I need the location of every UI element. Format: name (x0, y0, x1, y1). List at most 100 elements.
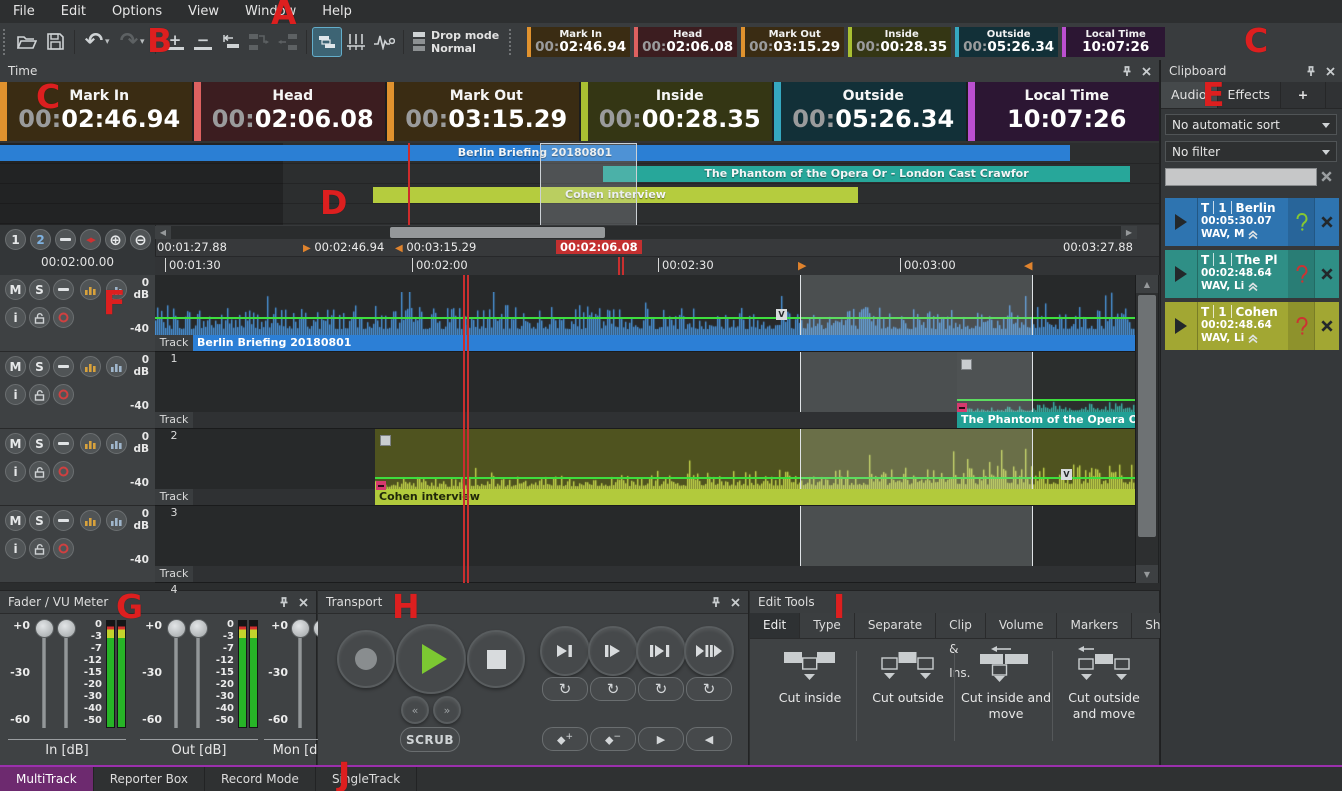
meter-post-button[interactable] (106, 356, 127, 377)
track2-clip-label[interactable]: The Phantom of the Opera Or - Lo (957, 412, 1135, 428)
track-info-button[interactable]: i (5, 538, 26, 559)
fader-knob[interactable] (35, 619, 54, 638)
prelisten-ear-icon[interactable] (1288, 250, 1314, 298)
filter-dropdown[interactable]: No filter (1165, 141, 1337, 162)
cut-outside-and-move-button[interactable]: Cut outside and move (1058, 646, 1150, 722)
meter-pre-button[interactable] (80, 279, 101, 300)
record-arm-button[interactable] (53, 538, 74, 559)
track-info-button[interactable]: i (5, 384, 26, 405)
close-icon[interactable] (731, 598, 740, 607)
close-icon[interactable] (299, 598, 308, 607)
overview-clip-berlin[interactable]: Berlin Briefing 20180801 (0, 145, 1070, 161)
expand-icon[interactable] (1247, 282, 1259, 292)
project-overview[interactable]: Berlin Briefing 20180801 The Phantom of … (0, 143, 1160, 225)
search-input[interactable] (1165, 168, 1317, 186)
mute-button[interactable]: M (5, 433, 26, 454)
play-to-mark-button[interactable] (540, 626, 590, 676)
solo-button[interactable]: S (29, 510, 50, 531)
cut-inside-button[interactable]: Cut inside (764, 646, 856, 706)
overview-playhead[interactable] (408, 143, 410, 225)
clipboard-item-berlin[interactable]: T1Berlin 00:05:30.07 WAV, M (1165, 198, 1339, 246)
mark-in-marker[interactable]: ▶ (798, 259, 806, 272)
pin-icon[interactable] (711, 597, 721, 608)
minimize-track-button[interactable] (53, 433, 74, 454)
remove-item-icon[interactable] (1314, 250, 1339, 298)
drop-mode-control[interactable]: Drop mode Normal (413, 29, 499, 55)
loop-play-between-button[interactable]: ↻ (638, 677, 684, 701)
add-tab-button[interactable]: + (1281, 82, 1326, 108)
undo-dropdown-caret[interactable]: ▾ (105, 37, 115, 47)
remove-item-icon[interactable] (1314, 302, 1339, 350)
remove-item-icon[interactable] (1314, 198, 1339, 246)
fader-knob[interactable] (189, 619, 208, 638)
play-icon[interactable] (1165, 302, 1198, 350)
vertical-scrollbar[interactable]: ▲ ▼ (1135, 275, 1158, 583)
tab-type[interactable]: Type (800, 613, 855, 638)
solo-button[interactable]: S (29, 433, 50, 454)
mixer-view-button[interactable] (342, 28, 370, 56)
track2-clip-marker[interactable] (957, 403, 967, 412)
track1-name-chip[interactable]: Track 1 (155, 335, 193, 351)
track-info-button[interactable]: i (5, 307, 26, 328)
menu-options[interactable]: Options (99, 0, 175, 23)
track4-lane[interactable]: Track 4 (155, 506, 1135, 583)
tab-effects[interactable]: Effects (1218, 82, 1282, 108)
next-marker-button[interactable]: ▶ (638, 727, 684, 751)
scroll-down-button[interactable]: ▼ (1136, 565, 1158, 583)
cut-inside-and-move-button[interactable]: Cut inside and move (960, 646, 1052, 722)
minimize-track-button[interactable] (53, 510, 74, 531)
record-arm-button[interactable] (53, 307, 74, 328)
multitrack-view-button[interactable] (312, 27, 342, 57)
track-info-button[interactable]: i (5, 461, 26, 482)
playhead[interactable] (463, 275, 469, 583)
track1-envelope-marker[interactable]: V (776, 309, 787, 320)
close-icon[interactable] (1326, 67, 1335, 76)
vertical-scroll-thumb[interactable] (1138, 295, 1156, 537)
cut-outside-button[interactable]: Cut outside (862, 646, 954, 706)
track2-lane[interactable]: Track 2 The Phantom of the Opera Or - Lo (155, 352, 1135, 429)
save-button[interactable] (41, 28, 69, 56)
scrub-button[interactable]: SCRUB (400, 727, 460, 752)
sort-dropdown[interactable]: No automatic sort (1165, 114, 1337, 135)
prelisten-ear-icon[interactable] (1288, 302, 1314, 350)
workspace-singletrack[interactable]: SingleTrack (316, 767, 417, 791)
mute-button[interactable]: M (5, 356, 26, 377)
tab-markers[interactable]: Markers (1057, 613, 1132, 638)
selection-region[interactable] (800, 275, 1033, 335)
track3-lane[interactable]: V Track 3 Cohen interview (155, 429, 1135, 506)
meter-pre-button[interactable] (80, 356, 101, 377)
meter-pre-button[interactable] (80, 433, 101, 454)
horizontal-scrollbar[interactable]: ◀ ▶ (155, 226, 1137, 239)
zoom-preset-1-button[interactable]: 1 (5, 229, 26, 250)
zoom-fit-button[interactable] (55, 229, 76, 250)
remove-track-button[interactable]: − (189, 28, 217, 56)
track3-clip-handle[interactable] (380, 435, 391, 446)
undo-button[interactable]: ↶ (80, 28, 108, 56)
track3-name-chip[interactable]: Track 3 (155, 489, 193, 505)
loop-play-around-button[interactable]: ↻ (686, 677, 732, 701)
record-arm-button[interactable] (53, 461, 74, 482)
play-icon[interactable] (1165, 198, 1198, 246)
solo-button[interactable]: S (29, 356, 50, 377)
toolbar-grip[interactable] (509, 29, 516, 55)
tab-edit[interactable]: Edit (750, 613, 800, 638)
waveform-editor-button[interactable] (370, 28, 398, 56)
track1-clip-label[interactable]: Berlin Briefing 20180801 (193, 335, 1135, 351)
track3-envelope-marker[interactable]: V (1061, 469, 1072, 480)
record-button[interactable] (337, 630, 395, 688)
clear-search-icon[interactable] (1321, 171, 1332, 182)
menu-file[interactable]: File (0, 0, 48, 23)
minimize-track-button[interactable] (53, 279, 74, 300)
meter-pre-button[interactable] (80, 510, 101, 531)
zoom-in-button[interactable]: ⊕ (105, 229, 126, 250)
expand-icon[interactable] (1247, 230, 1259, 240)
workspace-multitrack[interactable]: MultiTrack (0, 767, 94, 791)
scroll-up-button[interactable]: ▲ (1136, 275, 1158, 293)
tab-separate[interactable]: Separate (855, 613, 936, 638)
expand-icon[interactable] (1247, 334, 1259, 344)
tab-clip-ins[interactable]: Clip & Ins. (936, 613, 986, 638)
pin-icon[interactable] (1306, 66, 1316, 77)
fader-knob[interactable] (291, 619, 310, 638)
loop-play-from-mark-button[interactable]: ↻ (590, 677, 636, 701)
lock-button[interactable] (29, 538, 50, 559)
